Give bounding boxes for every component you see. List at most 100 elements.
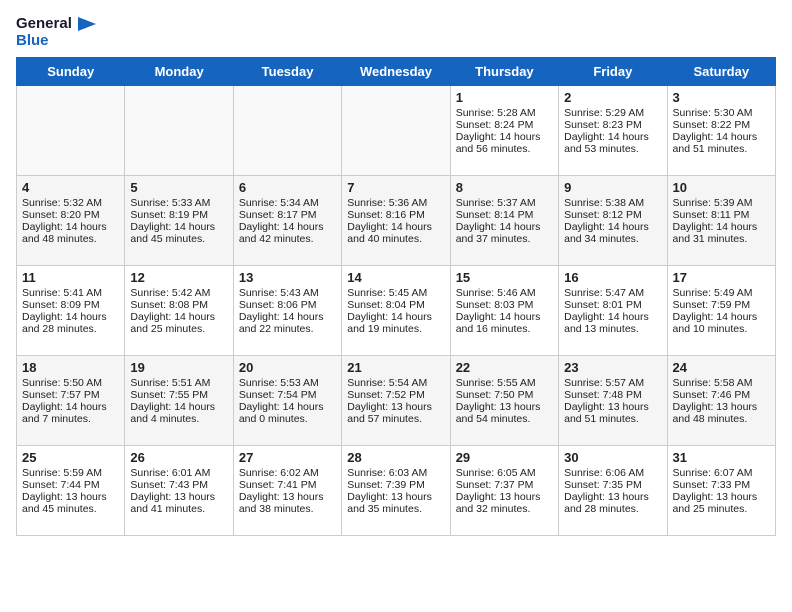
calendar-week-row: 25Sunrise: 5:59 AMSunset: 7:44 PMDayligh… <box>17 446 776 536</box>
calendar-cell: 4 Sunrise: 5:32 AMSunset: 8:20 PMDaylight… <box>17 176 125 266</box>
day-info: Sunset: 8:23 PM <box>564 119 661 131</box>
calendar-cell: 29Sunrise: 6:05 AMSunset: 7:37 PMDayligh… <box>450 446 558 536</box>
calendar-cell: 14Sunrise: 5:45 AMSunset: 8:04 PMDayligh… <box>342 266 450 356</box>
day-info: Sunset: 7:46 PM <box>673 389 770 401</box>
day-info: Sunrise: 5:28 AM <box>456 107 553 119</box>
day-info: Sunset: 8:08 PM <box>130 299 227 311</box>
day-number: 7 <box>347 180 444 195</box>
calendar-cell: 10Sunrise: 5:39 AMSunset: 8:11 PMDayligh… <box>667 176 775 266</box>
day-info: and 57 minutes. <box>347 413 444 425</box>
calendar-cell: 25Sunrise: 5:59 AMSunset: 7:44 PMDayligh… <box>17 446 125 536</box>
day-number: 14 <box>347 270 444 285</box>
day-info: Daylight: 14 hours <box>347 311 444 323</box>
weekday-header: Saturday <box>667 58 775 86</box>
day-info: Sunrise: 5:30 AM <box>673 107 770 119</box>
day-info: Sunset: 7:55 PM <box>130 389 227 401</box>
day-info: Sunrise: 5:55 AM <box>456 377 553 389</box>
day-info: Sunset: 8:20 PM <box>22 209 119 221</box>
weekday-header: Wednesday <box>342 58 450 86</box>
day-info: and 16 minutes. <box>456 323 553 335</box>
day-number: 28 <box>347 450 444 465</box>
day-info: Sunrise: 5:47 AM <box>564 287 661 299</box>
day-info: Daylight: 14 hours <box>564 311 661 323</box>
weekday-header: Tuesday <box>233 58 341 86</box>
day-info: Daylight: 14 hours <box>456 131 553 143</box>
day-info: Daylight: 14 hours <box>239 311 336 323</box>
day-info: Sunset: 8:11 PM <box>673 209 770 221</box>
calendar-cell: 19Sunrise: 5:51 AMSunset: 7:55 PMDayligh… <box>125 356 233 446</box>
weekday-header: Sunday <box>17 58 125 86</box>
day-number: 24 <box>673 360 770 375</box>
day-info: Daylight: 13 hours <box>130 491 227 503</box>
day-info: Daylight: 14 hours <box>456 221 553 233</box>
calendar-cell: 5 Sunrise: 5:33 AMSunset: 8:19 PMDaylight… <box>125 176 233 266</box>
day-info: and 48 minutes. <box>22 233 119 245</box>
calendar-cell <box>125 86 233 176</box>
day-info: Sunrise: 5:33 AM <box>130 197 227 209</box>
day-info: and 40 minutes. <box>347 233 444 245</box>
day-info: and 4 minutes. <box>130 413 227 425</box>
day-info: and 42 minutes. <box>239 233 336 245</box>
day-number: 31 <box>673 450 770 465</box>
day-number: 2 <box>564 90 661 105</box>
day-info: Sunset: 8:06 PM <box>239 299 336 311</box>
day-info: Sunrise: 6:06 AM <box>564 467 661 479</box>
calendar-cell: 6Sunrise: 5:34 AMSunset: 8:17 PMDaylight… <box>233 176 341 266</box>
day-info: Sunrise: 5:32 AM <box>22 197 119 209</box>
calendar-cell: 30Sunrise: 6:06 AMSunset: 7:35 PMDayligh… <box>559 446 667 536</box>
day-info: Daylight: 14 hours <box>130 221 227 233</box>
calendar-cell <box>17 86 125 176</box>
day-number: 10 <box>673 180 770 195</box>
day-number: 5 <box>130 180 227 195</box>
calendar-cell: 22Sunrise: 5:55 AMSunset: 7:50 PMDayligh… <box>450 356 558 446</box>
day-info: Daylight: 14 hours <box>564 131 661 143</box>
day-info: Daylight: 13 hours <box>564 491 661 503</box>
day-info: Daylight: 14 hours <box>347 221 444 233</box>
day-info: Daylight: 13 hours <box>239 491 336 503</box>
day-info: and 19 minutes. <box>347 323 444 335</box>
calendar-cell: 9Sunrise: 5:38 AMSunset: 8:12 PMDaylight… <box>559 176 667 266</box>
day-info: Daylight: 14 hours <box>22 221 119 233</box>
day-info: Sunset: 8:09 PM <box>22 299 119 311</box>
day-info: and 54 minutes. <box>456 413 553 425</box>
page-header: General Blue <box>16 16 776 49</box>
day-number: 6 <box>239 180 336 195</box>
day-info: Sunset: 7:33 PM <box>673 479 770 491</box>
calendar-cell: 24Sunrise: 5:58 AMSunset: 7:46 PMDayligh… <box>667 356 775 446</box>
day-info: Sunset: 7:41 PM <box>239 479 336 491</box>
day-info: Sunrise: 6:01 AM <box>130 467 227 479</box>
day-info: Sunset: 7:44 PM <box>22 479 119 491</box>
day-info: Sunrise: 6:03 AM <box>347 467 444 479</box>
day-info: Sunrise: 5:36 AM <box>347 197 444 209</box>
day-info: Daylight: 13 hours <box>564 401 661 413</box>
day-number: 16 <box>564 270 661 285</box>
day-number: 21 <box>347 360 444 375</box>
day-info: Daylight: 13 hours <box>673 491 770 503</box>
day-info: Daylight: 14 hours <box>456 311 553 323</box>
day-number: 1 <box>456 90 553 105</box>
day-number: 12 <box>130 270 227 285</box>
day-info: Daylight: 13 hours <box>22 491 119 503</box>
calendar-cell: 7Sunrise: 5:36 AMSunset: 8:16 PMDaylight… <box>342 176 450 266</box>
day-number: 17 <box>673 270 770 285</box>
day-number: 26 <box>130 450 227 465</box>
calendar-cell: 31Sunrise: 6:07 AMSunset: 7:33 PMDayligh… <box>667 446 775 536</box>
day-info: Sunset: 7:43 PM <box>130 479 227 491</box>
day-info: Sunset: 7:50 PM <box>456 389 553 401</box>
calendar-cell: 17Sunrise: 5:49 AMSunset: 7:59 PMDayligh… <box>667 266 775 356</box>
day-number: 15 <box>456 270 553 285</box>
weekday-header: Friday <box>559 58 667 86</box>
calendar-cell: 13Sunrise: 5:43 AMSunset: 8:06 PMDayligh… <box>233 266 341 356</box>
day-info: and 28 minutes. <box>22 323 119 335</box>
day-info: Sunrise: 5:46 AM <box>456 287 553 299</box>
day-number: 13 <box>239 270 336 285</box>
day-info: Daylight: 13 hours <box>347 491 444 503</box>
day-info: Daylight: 14 hours <box>564 221 661 233</box>
calendar-cell: 8Sunrise: 5:37 AMSunset: 8:14 PMDaylight… <box>450 176 558 266</box>
day-number: 4 <box>22 180 119 195</box>
logo: General Blue <box>16 16 96 49</box>
day-info: and 41 minutes. <box>130 503 227 515</box>
day-info: Sunset: 8:19 PM <box>130 209 227 221</box>
day-info: Sunrise: 5:49 AM <box>673 287 770 299</box>
day-info: and 56 minutes. <box>456 143 553 155</box>
